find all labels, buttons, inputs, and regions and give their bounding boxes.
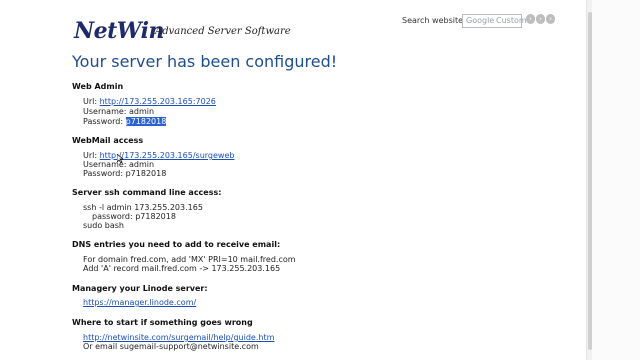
- dns-mx-line: For domain fred.com, add 'MX' PRI=10 mai…: [83, 255, 296, 264]
- search-label: Search website:: [402, 16, 466, 25]
- start-link-line: http://netwinsite.com/surgemail/help/gui…: [83, 333, 274, 342]
- search-brand: Google: [466, 16, 495, 25]
- ssh-title: Server ssh command line access:: [72, 188, 222, 197]
- dns-a-line: Add 'A' record mail.fred.com -> 173.255.…: [83, 264, 281, 273]
- search-buttons: › › ›: [526, 14, 555, 24]
- support-email-line: Or email sugemail-support@netwinsite.com: [83, 342, 259, 351]
- ssh-command-line: ssh -l admin 173.255.203.165: [83, 203, 203, 212]
- dns-title: DNS entries you need to add to receive e…: [72, 240, 281, 249]
- ssh-password-line: password: p7182018: [92, 212, 176, 221]
- webmail-password: Password: p7182018: [83, 169, 167, 178]
- search-more-icon[interactable]: ›: [546, 14, 555, 24]
- webmail-url-line: Url: http://173.255.203.165/surgeweb: [83, 151, 234, 160]
- linode-link-line: https://manager.linode.com/: [83, 298, 196, 307]
- start-title: Where to start if something goes wrong: [72, 318, 253, 327]
- search-go-icon[interactable]: ›: [526, 14, 535, 24]
- window-edge: [592, 0, 640, 360]
- surgemail-guide-link[interactable]: http://netwinsite.com/surgemail/help/gui…: [83, 333, 274, 342]
- netwin-logo[interactable]: NetWin: [74, 18, 164, 44]
- web-admin-username: Username: admin: [83, 107, 155, 116]
- ssh-sudo-line: sudo bash: [83, 221, 124, 230]
- web-admin-password-label: Password:: [83, 117, 124, 126]
- search-placeholder: Custom: [496, 16, 527, 25]
- linode-manager-link[interactable]: https://manager.linode.com/: [83, 298, 196, 307]
- webmail-url-label: Url:: [83, 151, 98, 160]
- web-admin-url-link[interactable]: http://173.255.203.165:7026: [100, 97, 216, 106]
- search-input[interactable]: Google Custom: [462, 14, 527, 28]
- mouse-pointer-icon: [117, 154, 124, 163]
- page-title: Your server has been configured!: [72, 52, 338, 71]
- logo-tagline: Advanced Server Software: [155, 26, 291, 37]
- linode-title: Managery your Linode server:: [72, 284, 208, 293]
- webmail-title: WebMail access: [72, 136, 144, 145]
- web-admin-title: Web Admin: [72, 82, 124, 91]
- web-admin-url-label: Url:: [83, 97, 98, 106]
- web-admin-url-line: Url: http://173.255.203.165:7026: [83, 97, 216, 106]
- web-admin-password-selected[interactable]: p7182018: [125, 117, 167, 126]
- web-page: NetWin Advanced Server Software Search w…: [0, 0, 584, 360]
- web-admin-password-line: Password: p7182018: [83, 117, 167, 126]
- search-next-icon[interactable]: ›: [536, 14, 545, 24]
